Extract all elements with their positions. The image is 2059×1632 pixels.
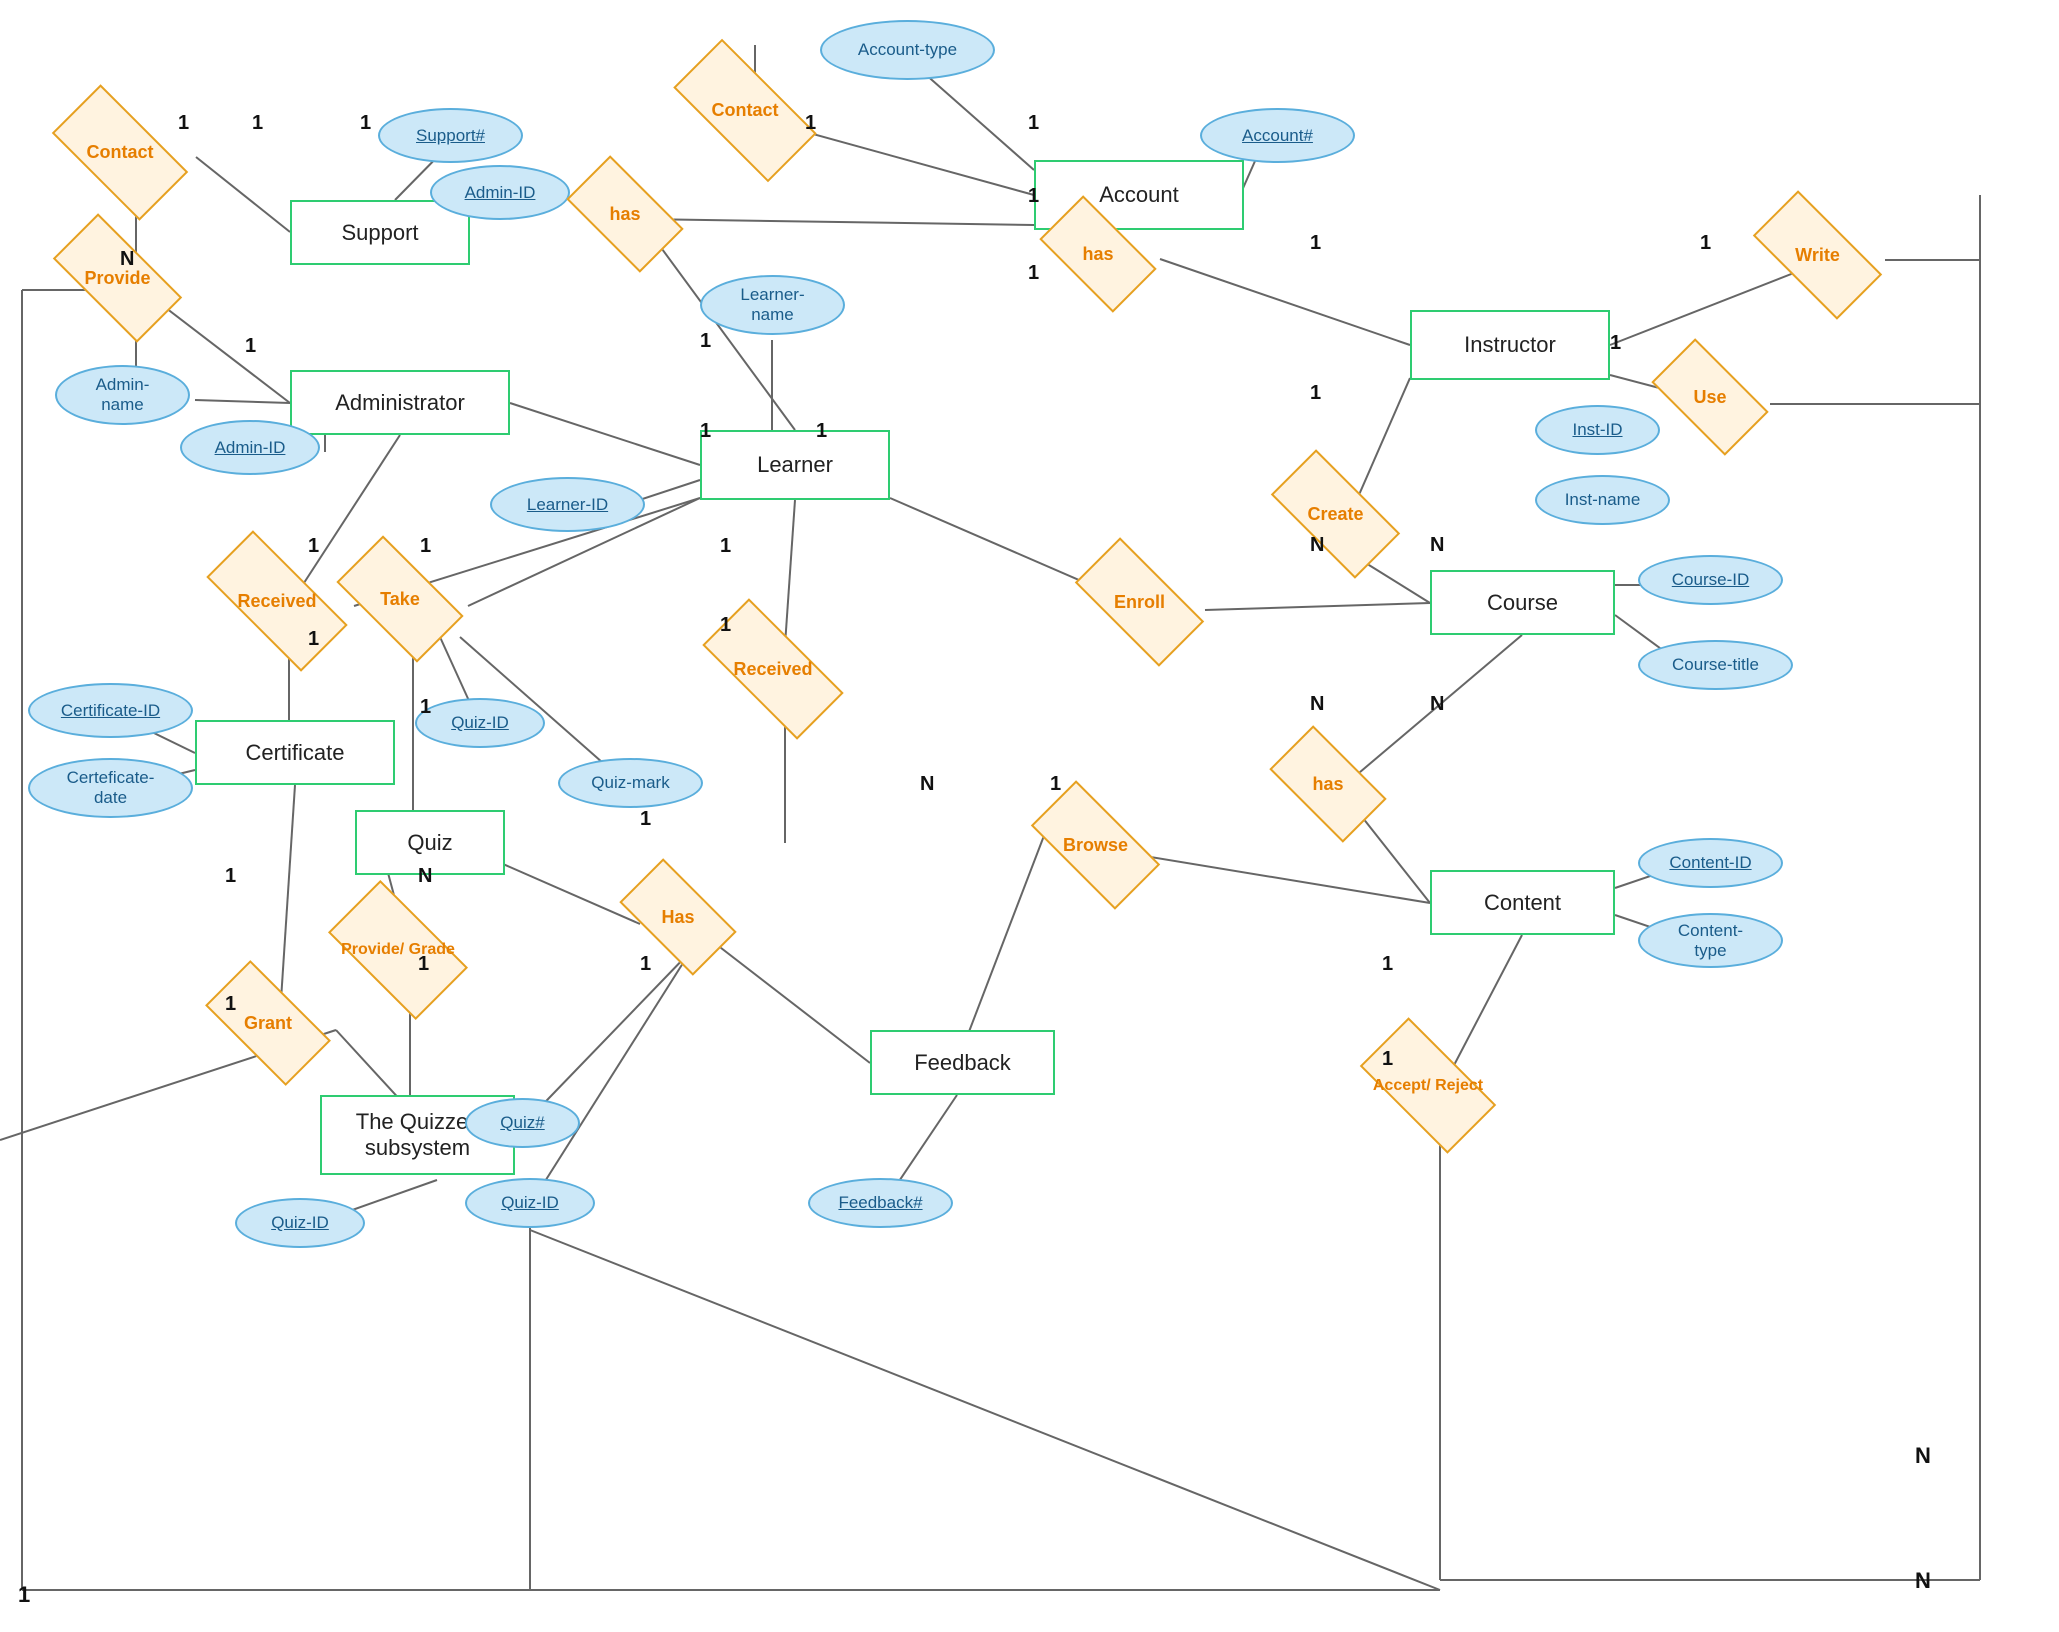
card-35: 1	[1382, 953, 1393, 976]
attr-feedback-hash: Feedback#	[808, 1178, 953, 1228]
attr-support-hash: Support#	[378, 108, 523, 163]
card-15: 1	[1610, 332, 1621, 355]
card-8: 1	[1028, 185, 1039, 208]
entity-feedback: Feedback	[870, 1030, 1055, 1095]
rel-take: Take	[345, 568, 455, 630]
card-13: 1	[1310, 232, 1321, 255]
rel-received2: Received	[708, 638, 838, 700]
card-10: 1	[700, 330, 711, 353]
rel-use: Use	[1660, 368, 1760, 426]
rel-write: Write	[1760, 225, 1875, 285]
card-23: 1	[720, 535, 731, 558]
card-2: 1	[252, 112, 263, 135]
attr-learner-name: Learner- name	[700, 275, 845, 335]
entity-instructor: Instructor	[1410, 310, 1610, 380]
attr-account-type: Account-type	[820, 20, 995, 80]
card-34: 1	[225, 993, 236, 1016]
card-24: 1	[720, 614, 731, 637]
entity-administrator: Administrator	[290, 370, 510, 435]
card-11: 1	[700, 420, 711, 443]
card-16: 1	[1310, 382, 1321, 405]
attr-admin-id1: Admin-ID	[430, 165, 570, 220]
card-3: N	[120, 248, 134, 271]
card-5: 1	[360, 112, 371, 135]
card-1: 1	[178, 112, 189, 135]
entity-learner: Learner	[700, 430, 890, 500]
card-bottom-n1: N	[1915, 1443, 1931, 1469]
rel-received1: Received	[212, 570, 342, 632]
attr-quiz-id3: Quiz-ID	[235, 1198, 365, 1248]
card-31: N	[418, 865, 432, 888]
rel-contact2: Contact	[680, 78, 810, 143]
card-14: 1	[1700, 232, 1711, 255]
card-9: 1	[1028, 262, 1039, 285]
entity-certificate: Certificate	[195, 720, 395, 785]
attr-content-id: Content-ID	[1638, 838, 1783, 888]
card-6: 1	[805, 112, 816, 135]
card-29: 1	[640, 808, 651, 831]
card-25: N	[920, 773, 934, 796]
rel-enroll: Enroll	[1082, 572, 1197, 632]
attr-admin-name: Admin- name	[55, 365, 190, 425]
card-27: N	[1310, 693, 1324, 716]
attr-learner-id: Learner-ID	[490, 477, 645, 532]
rel-contact1: Contact	[60, 120, 180, 185]
attr-inst-name: Inst-name	[1535, 475, 1670, 525]
attr-quiz-id1: Quiz-ID	[415, 698, 545, 748]
rel-browse: Browse	[1038, 815, 1153, 875]
card-12: 1	[816, 420, 827, 443]
card-28: N	[1430, 693, 1444, 716]
attr-quiz-hash: Quiz#	[465, 1098, 580, 1148]
entity-course: Course	[1430, 570, 1615, 635]
attr-inst-id: Inst-ID	[1535, 405, 1660, 455]
entity-support: Support	[290, 200, 470, 265]
rel-has2: has	[1048, 225, 1148, 283]
rel-has1: has	[575, 185, 675, 243]
card-33: 1	[225, 865, 236, 888]
attr-cert-id: Certificate-ID	[28, 683, 193, 738]
attr-cert-date: Certeficate- date	[28, 758, 193, 818]
attr-course-title: Course-title	[1638, 640, 1793, 690]
card-18: N	[1430, 534, 1444, 557]
card-19: 1	[308, 535, 319, 558]
rel-has-quiz: Has	[628, 888, 728, 946]
card-20: 1	[308, 628, 319, 651]
card-36: 1	[1382, 1048, 1393, 1071]
attr-account-hash: Account#	[1200, 108, 1355, 163]
entity-content: Content	[1430, 870, 1615, 935]
card-bottom-n2: N	[1915, 1568, 1931, 1594]
rel-provide: Provide	[60, 248, 175, 308]
rel-provide-grade: Provide/ Grade	[338, 915, 458, 985]
attr-course-id: Course-ID	[1638, 555, 1783, 605]
rel-create: Create	[1278, 484, 1393, 544]
er-diagram-canvas: Account Support Administrator Learner In…	[0, 0, 2059, 1632]
card-22: 1	[420, 696, 431, 719]
attr-quiz-id2: Quiz-ID	[465, 1178, 595, 1228]
rel-has-course: has	[1278, 755, 1378, 813]
card-32: 1	[418, 953, 429, 976]
card-7: 1	[1028, 112, 1039, 135]
attr-quiz-mark: Quiz-mark	[558, 758, 703, 808]
card-17: N	[1310, 534, 1324, 557]
card-bottom-1: 1	[18, 1582, 30, 1608]
attr-admin-id2: Admin-ID	[180, 420, 320, 475]
attr-content-type: Content- type	[1638, 913, 1783, 968]
card-4: 1	[245, 335, 256, 358]
card-30: 1	[640, 953, 651, 976]
card-21: 1	[420, 535, 431, 558]
card-26: 1	[1050, 773, 1061, 796]
